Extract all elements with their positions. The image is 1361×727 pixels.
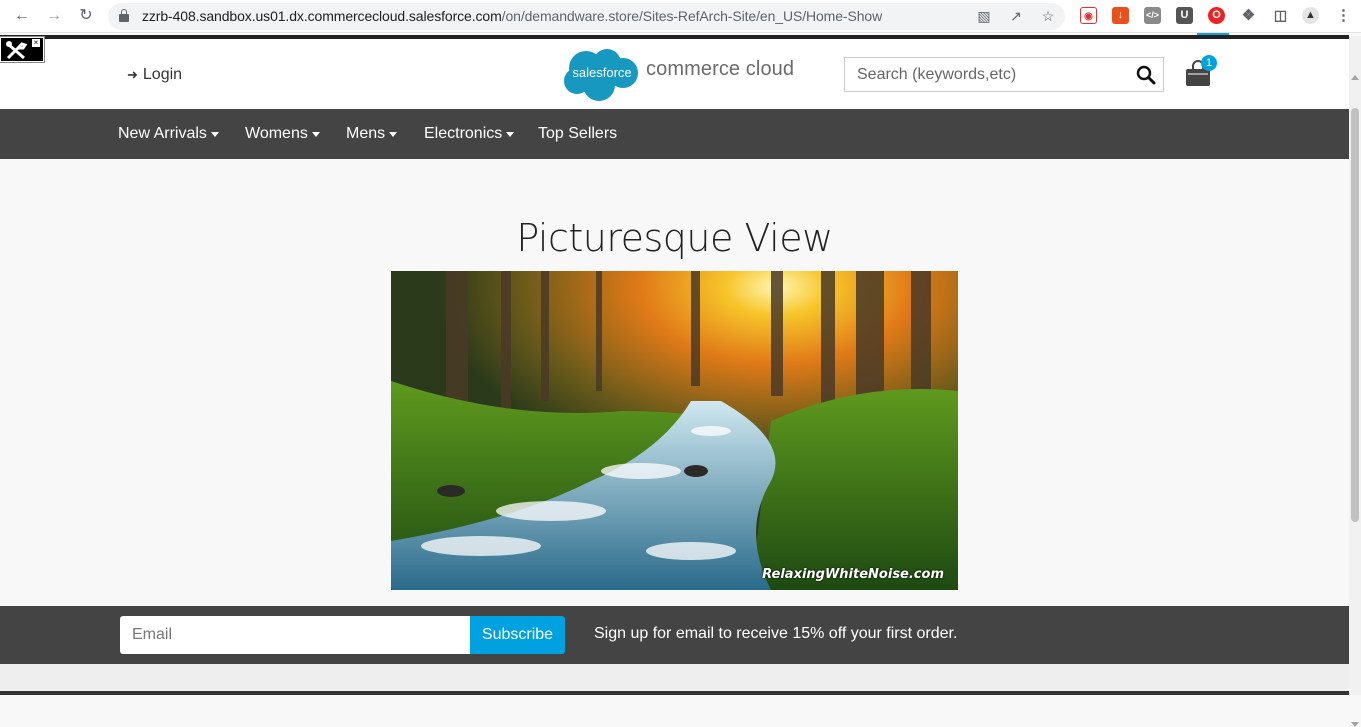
page-title: Picturesque View <box>516 216 833 260</box>
caret-down-icon <box>311 131 320 137</box>
image-watermark: RelaxingWhiteNoise.com <box>762 567 944 582</box>
nav-new-arrivals[interactable]: New Arrivals <box>118 125 219 143</box>
extension-code-icon[interactable]: </> <box>1144 7 1161 24</box>
cart-count-badge: 1 <box>1201 55 1217 71</box>
nav-label: Electronics <box>424 125 503 142</box>
email-signup-bar: Subscribe Sign up for email to receive 1… <box>0 606 1349 664</box>
search-icon[interactable] <box>1135 64 1157 86</box>
sign-in-icon: ➜ <box>127 67 138 82</box>
lock-icon <box>119 9 129 22</box>
login-label: Login <box>142 66 183 83</box>
nav-electronics[interactable]: Electronics <box>424 125 515 143</box>
scroll-thumb[interactable] <box>1351 108 1359 522</box>
search-box <box>844 57 1164 92</box>
scroll-down-icon[interactable] <box>1351 722 1359 727</box>
bookmark-star-icon[interactable]: ☆ <box>1039 7 1057 25</box>
nav-label: Womens <box>245 125 308 142</box>
caret-down-icon <box>210 131 219 137</box>
nav-mens[interactable]: Mens <box>346 125 398 143</box>
nav-label: Mens <box>346 125 386 142</box>
logo-cloud-text: salesforce <box>572 65 631 80</box>
extension-u-icon[interactable]: U <box>1176 7 1193 24</box>
profile-avatar-icon[interactable]: ▲ <box>1302 7 1319 24</box>
storefront-toolkit-icon[interactable]: × <box>0 37 44 62</box>
hero-image[interactable]: RelaxingWhiteNoise.com <box>391 271 958 590</box>
salesforce-logo[interactable]: salesforce <box>561 47 641 102</box>
reload-icon[interactable]: ↻ <box>76 6 96 26</box>
signup-promo-text: Sign up for email to receive 15% off you… <box>594 625 958 642</box>
side-panel-icon[interactable]: ◫ <box>1272 7 1289 24</box>
scroll-up-icon[interactable] <box>1351 75 1359 80</box>
subscribe-button[interactable]: Subscribe <box>470 616 565 654</box>
url-text: zzrb-408.sandbox.us01.dx.commercecloud.s… <box>142 8 883 24</box>
page-scrollbar[interactable] <box>1349 36 1361 727</box>
search-input[interactable] <box>845 58 1125 91</box>
main-navigation: New Arrivals Womens Mens Electronics Top… <box>0 109 1349 159</box>
share-icon[interactable]: ↗ <box>1007 7 1025 25</box>
extension-opera-icon[interactable]: O <box>1208 7 1225 24</box>
login-link[interactable]: ➜ Login <box>127 66 182 84</box>
forward-icon[interactable]: → <box>44 6 64 26</box>
address-bar[interactable]: zzrb-408.sandbox.us01.dx.commercecloud.s… <box>108 3 1065 30</box>
translate-icon[interactable]: ▧ <box>975 7 993 25</box>
browser-toolbar: ← → ↻ zzrb-408.sandbox.us01.dx.commercec… <box>0 0 1361 33</box>
caret-down-icon <box>506 131 515 137</box>
nav-womens[interactable]: Womens <box>245 125 320 143</box>
toolkit-close-icon[interactable]: × <box>32 39 40 47</box>
extension-download-icon[interactable]: ↓ <box>1112 7 1129 24</box>
nav-top-sellers[interactable]: Top Sellers <box>538 125 617 143</box>
extension-shield-icon[interactable]: ◉ <box>1080 7 1097 24</box>
nav-label: Top Sellers <box>538 125 618 142</box>
back-icon[interactable]: ← <box>12 6 32 26</box>
browser-menu-icon[interactable]: ⋮ <box>1335 7 1352 24</box>
footer-top-strip <box>0 691 1349 695</box>
nav-label: New Arrivals <box>118 125 207 142</box>
email-field[interactable] <box>120 616 470 654</box>
caret-down-icon <box>389 131 398 137</box>
logo-text: commerce cloud <box>646 58 795 80</box>
extensions-puzzle-icon[interactable]: ❖ <box>1240 7 1257 24</box>
